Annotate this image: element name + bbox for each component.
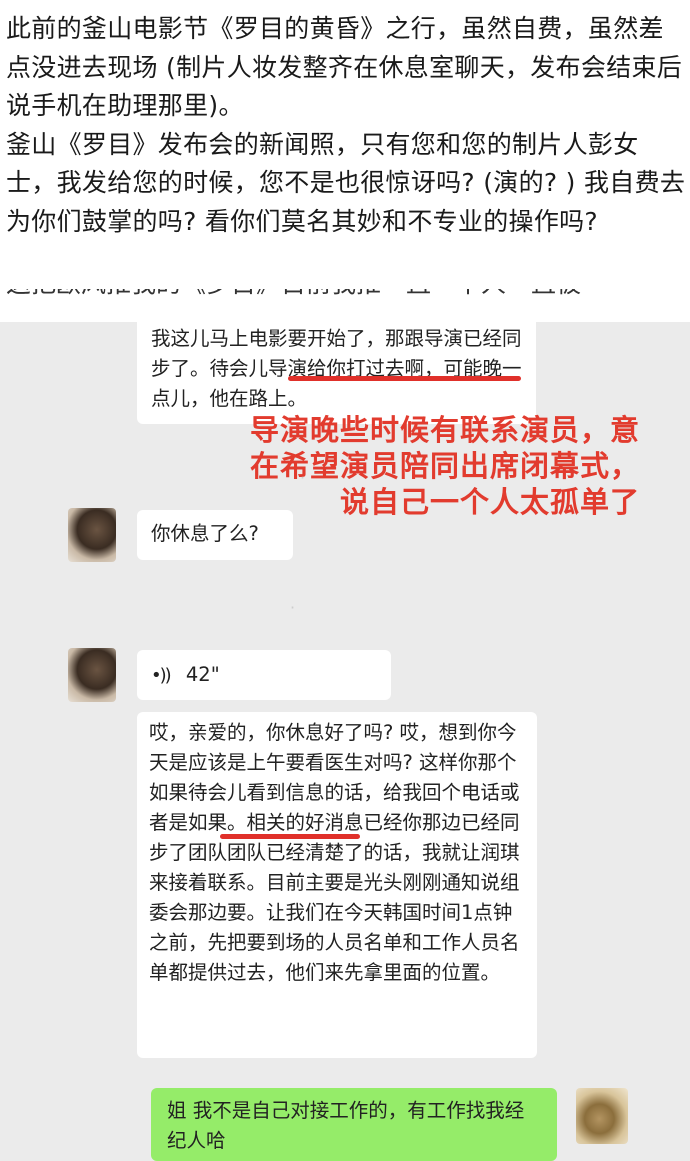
annotation-text: 导演晚些时候有联系演员，意在希望演员陪同出席闭幕式，说自己一个人太孤单了	[249, 413, 640, 519]
chat-bubble-sent: 姐 我不是自己对接工作的，有工作找我经纪人哈	[151, 1088, 557, 1161]
chat-screenshot: 我这儿马上电影要开始了，那跟导演已经同步了。待会儿导演给你打过去啊，可能晚一点儿…	[0, 322, 690, 1161]
chat-bubble-transcript: 哎，亲爱的，你休息好了吗? 哎，想到你今天是应该是上午要看医生对吗? 这样你那个…	[137, 712, 537, 1058]
post-cut-line-text: 这把欧风推我的《罗目》目前我推一直一下人一直被	[6, 289, 686, 303]
chat-bubble-received: 我这儿马上电影要开始了，那跟导演已经同步了。待会儿导演给你打过去啊，可能晚一点儿…	[137, 322, 536, 424]
post-cut-line: 这把欧风推我的《罗目》目前我推一直一下人一直被	[6, 289, 686, 303]
post-text: 此前的釜山电影节《罗目的黄昏》之行，虽然自费，虽然差点没进去现场 (制片人妆发整…	[6, 10, 686, 241]
voice-icon: •))	[151, 665, 172, 686]
red-annotation: 导演晚些时候有联系演员，意在希望演员陪同出席闭幕式，说自己一个人太孤单了	[230, 412, 640, 520]
watermark: ·	[300, 468, 306, 487]
watermark: ·	[290, 598, 296, 617]
red-underline	[288, 376, 521, 381]
chat-bubble-received: 你休息了么?	[137, 510, 293, 560]
my-avatar[interactable]	[576, 1088, 628, 1144]
chat-message-text: 姐 我不是自己对接工作的，有工作找我经纪人哈	[167, 1099, 525, 1152]
voice-message[interactable]: •)) 42"	[137, 650, 391, 700]
voice-duration: 42"	[185, 663, 220, 686]
sender-avatar[interactable]	[68, 648, 116, 702]
chat-message-text: 你休息了么?	[151, 522, 259, 545]
red-underline	[220, 834, 360, 839]
post-paragraph-1: 此前的釜山电影节《罗目的黄昏》之行，虽然自费，虽然差点没进去现场 (制片人妆发整…	[6, 14, 683, 120]
sender-avatar[interactable]	[68, 508, 116, 562]
chat-message-text: 哎，亲爱的，你休息好了吗? 哎，想到你今天是应该是上午要看医生对吗? 这样你那个…	[149, 721, 520, 984]
chat-message-text: 我这儿马上电影要开始了，那跟导演已经同步了。待会儿导演给你打过去啊，可能晚一点儿…	[151, 327, 522, 410]
post-paragraph-2: 釜山《罗目》发布会的新闻照，只有您和您的制片人彭女士，我发给您的时候，您不是也很…	[6, 129, 686, 236]
